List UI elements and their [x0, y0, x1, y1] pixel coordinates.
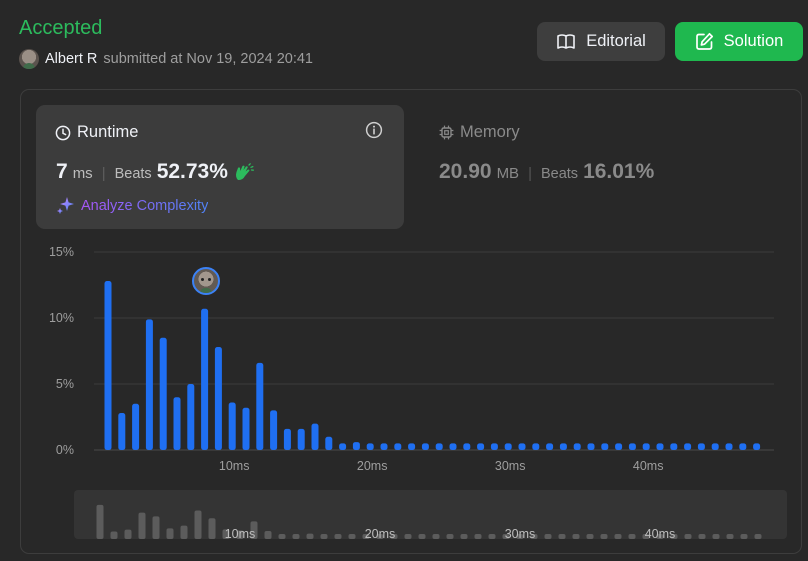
chart-bar[interactable] — [532, 443, 540, 450]
overview-bar — [712, 534, 720, 539]
overview-bar — [474, 534, 482, 539]
overview-bar — [348, 534, 356, 539]
overview-bar — [180, 525, 188, 539]
y-tick-label: 5% — [56, 377, 74, 391]
chart-bar[interactable] — [228, 402, 236, 450]
overview-bar — [446, 534, 454, 539]
chart-bar[interactable] — [325, 436, 333, 450]
x-tick-label: 30ms — [495, 459, 526, 473]
overview-bar — [684, 534, 692, 539]
overview-bar — [194, 510, 202, 539]
overview-tick-label: 40ms — [645, 527, 676, 541]
overview-bar — [432, 534, 440, 539]
overview-tick-label: 10ms — [225, 527, 256, 541]
overview-bar — [488, 534, 496, 539]
chart-bar[interactable] — [132, 403, 140, 450]
chart-bar[interactable] — [573, 443, 581, 450]
chart-bar[interactable] — [421, 443, 429, 450]
chart-bar[interactable] — [697, 443, 705, 450]
chart-bar[interactable] — [559, 443, 567, 450]
overview-bar — [614, 534, 622, 539]
chart-bar[interactable] — [366, 443, 374, 450]
chart-bar[interactable] — [711, 443, 719, 450]
chart-bar[interactable] — [283, 428, 291, 450]
chart-bar[interactable] — [684, 443, 692, 450]
chart-bar[interactable] — [601, 443, 609, 450]
overview-bar — [586, 534, 594, 539]
overview-bar — [740, 534, 748, 539]
overview-bar — [698, 534, 706, 539]
y-tick-label: 0% — [56, 443, 74, 457]
overview-bar — [754, 534, 762, 539]
chart-bar[interactable] — [408, 443, 416, 450]
chart-bar[interactable] — [311, 423, 319, 450]
overview-bar — [166, 528, 174, 539]
chart-bar[interactable] — [435, 443, 443, 450]
overview-bar — [558, 534, 566, 539]
chart-bar[interactable] — [504, 443, 512, 450]
y-tick-label: 10% — [49, 311, 74, 325]
overview-bar — [124, 529, 132, 539]
overview-bar — [320, 534, 328, 539]
chart-bar[interactable] — [339, 443, 347, 450]
overview-bar — [138, 512, 146, 539]
overview-bar — [404, 534, 412, 539]
chart-bar[interactable] — [490, 443, 498, 450]
chart-bar[interactable] — [201, 308, 209, 450]
chart-bar[interactable] — [214, 347, 222, 450]
x-tick-label: 40ms — [633, 459, 664, 473]
chart-bar[interactable] — [546, 443, 554, 450]
chart-bar[interactable] — [628, 443, 636, 450]
chart-bar[interactable] — [670, 443, 678, 450]
overview-tick-label: 20ms — [365, 527, 396, 541]
overview-bar — [152, 516, 160, 539]
overview-tick-label: 30ms — [505, 527, 536, 541]
overview-bar — [726, 534, 734, 539]
chart-bar[interactable] — [145, 319, 153, 450]
chart-bar[interactable] — [739, 443, 747, 450]
chart-bar[interactable] — [352, 442, 360, 450]
overview-bar — [292, 534, 300, 539]
chart-bar[interactable] — [173, 397, 181, 450]
chart-bar[interactable] — [642, 443, 650, 450]
chart-bar[interactable] — [615, 443, 623, 450]
overview-bar — [96, 504, 104, 539]
overview-bar — [544, 534, 552, 539]
overview-bar — [208, 518, 216, 539]
overview-bar — [628, 534, 636, 539]
y-tick-label: 15% — [49, 245, 74, 259]
chart-bar[interactable] — [256, 362, 264, 450]
overview-bar — [600, 534, 608, 539]
overview-bar — [110, 531, 118, 539]
chart-bar[interactable] — [477, 443, 485, 450]
overview-bar — [334, 534, 342, 539]
overview-bar — [572, 534, 580, 539]
chart-bar[interactable] — [270, 410, 278, 450]
x-tick-label: 20ms — [357, 459, 388, 473]
chart-bar[interactable] — [380, 443, 388, 450]
overview-bar — [264, 531, 272, 539]
x-tick-label: 10ms — [219, 459, 250, 473]
chart-bar[interactable] — [242, 407, 250, 450]
overview-bar — [306, 533, 314, 539]
chart-bar[interactable] — [656, 443, 664, 450]
chart-bar[interactable] — [187, 384, 195, 450]
overview-bar — [418, 534, 426, 539]
chart-bar[interactable] — [463, 443, 471, 450]
chart-bar[interactable] — [587, 443, 595, 450]
chart-bar[interactable] — [394, 443, 402, 450]
chart-bar[interactable] — [159, 337, 167, 450]
overview-bar — [460, 534, 468, 539]
chart-bar[interactable] — [449, 443, 457, 450]
chart-bar[interactable] — [297, 428, 305, 450]
chart-bar[interactable] — [518, 443, 526, 450]
overview-bar — [278, 534, 286, 539]
chart-bar[interactable] — [753, 443, 761, 450]
runtime-distribution-chart[interactable]: 15% 10% 5% 0% 10ms 20ms 30ms 40ms 10ms 20ms 30ms 40… — [0, 0, 808, 561]
chart-bar[interactable] — [725, 443, 733, 450]
chart-bar[interactable] — [104, 281, 112, 450]
chart-bar[interactable] — [118, 413, 126, 450]
my-submission-marker[interactable] — [192, 267, 220, 295]
